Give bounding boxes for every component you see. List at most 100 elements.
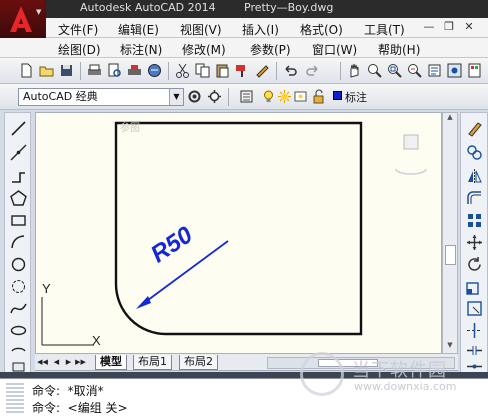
undo-icon[interactable]: [282, 62, 299, 79]
array-icon[interactable]: [465, 211, 484, 230]
rotate-icon[interactable]: [465, 255, 484, 274]
layer-unlock-icon[interactable]: [310, 88, 327, 105]
line-icon[interactable]: [9, 119, 28, 138]
menu-format[interactable]: 格式(O): [300, 21, 343, 38]
zoom-realtime-icon[interactable]: [366, 62, 383, 79]
ucs-x-label: X: [92, 333, 101, 348]
open-folder-icon[interactable]: [38, 62, 55, 79]
polyline-icon[interactable]: [9, 167, 28, 186]
circle-icon[interactable]: [9, 255, 28, 274]
block-editor-icon[interactable]: [254, 62, 271, 79]
chevron-down-icon: ▼: [169, 89, 183, 105]
menu-help[interactable]: 帮助(H): [378, 41, 420, 58]
radius-dimension-arrow: [136, 296, 151, 309]
construction-line-icon[interactable]: [9, 143, 28, 162]
save-icon[interactable]: [58, 62, 75, 79]
viewcube-compass: [395, 168, 427, 175]
ucs-y-label: Y: [42, 281, 51, 296]
redo-icon[interactable]: [304, 62, 321, 79]
menu-tools[interactable]: 工具(T): [364, 21, 405, 38]
mirror-icon[interactable]: [465, 167, 484, 186]
menu-window[interactable]: 窗口(W): [312, 41, 357, 58]
ellipse-icon[interactable]: [9, 321, 28, 340]
close-button[interactable]: ✕: [462, 20, 476, 34]
file-title: Pretty—Boy.dwg: [244, 1, 334, 14]
stretch-icon[interactable]: [465, 299, 484, 318]
print-icon[interactable]: [86, 62, 103, 79]
first-tab-icon[interactable]: ◀◀: [37, 356, 48, 368]
menu-dimension[interactable]: 标注(N): [120, 41, 162, 58]
zoom-window-icon[interactable]: [386, 62, 403, 79]
menu-edit[interactable]: 编辑(E): [118, 21, 159, 38]
print-preview-icon[interactable]: [106, 62, 123, 79]
workspace-dropdown[interactable]: AutoCAD 经典 ▼: [18, 88, 184, 106]
tab-layout2[interactable]: 布局2: [179, 355, 218, 370]
command-history-line-2: 命令: <编组 关>: [32, 401, 128, 415]
scroll-thumb[interactable]: [445, 245, 456, 265]
layer-thaw-sun-icon[interactable]: [276, 88, 293, 105]
erase-icon[interactable]: [465, 119, 484, 138]
watermark-logo-icon: [300, 352, 344, 396]
application-menu-button[interactable]: ▼: [0, 0, 46, 42]
zoom-previous-icon[interactable]: [406, 62, 423, 79]
cut-icon[interactable]: [174, 62, 191, 79]
copy-object-icon[interactable]: [465, 143, 484, 162]
minimize-button[interactable]: —: [422, 20, 436, 34]
menu-insert[interactable]: 插入(I): [242, 21, 279, 38]
last-tab-icon[interactable]: ▶▶: [75, 356, 86, 368]
current-layer-name: 标注: [345, 91, 367, 104]
standard-toolbar: [0, 58, 488, 84]
tab-layout1[interactable]: 布局1: [133, 355, 172, 370]
modify-toolbar: [460, 112, 488, 374]
3d-dwf-icon[interactable]: [146, 62, 163, 79]
polygon-icon[interactable]: [9, 189, 28, 208]
menu-file[interactable]: 文件(F): [58, 21, 98, 38]
draw-toolbar: [4, 112, 31, 374]
tool-palettes-icon[interactable]: [466, 62, 483, 79]
rectangle-icon[interactable]: [9, 211, 28, 230]
menu-bar-bottom: 绘图(D) 标注(N) 修改(M) 参数(P) 窗口(W) 帮助(H): [0, 38, 488, 58]
publish-icon[interactable]: [126, 62, 143, 79]
command-grip-handle[interactable]: [6, 383, 24, 413]
autocad-logo-icon: [10, 6, 32, 32]
paste-icon[interactable]: [214, 62, 231, 79]
prev-tab-icon[interactable]: ◀: [51, 356, 62, 368]
layer-viewport-icon[interactable]: [292, 88, 309, 105]
tab-model[interactable]: 模型: [95, 355, 127, 370]
restore-button[interactable]: ❐: [442, 20, 456, 34]
watermark-text: 当下软件园: [352, 360, 447, 381]
new-file-icon[interactable]: [18, 62, 35, 79]
offset-icon[interactable]: [465, 189, 484, 208]
menu-draw[interactable]: 绘图(D): [58, 41, 101, 58]
menu-bar-top: 文件(F) 编辑(E) 视图(V) 插入(I) 格式(O) 工具(T) — ❐ …: [46, 18, 488, 38]
layer-properties-icon[interactable]: [238, 88, 255, 105]
move-icon[interactable]: [465, 233, 484, 252]
layer-on-bulb-icon[interactable]: [260, 88, 277, 105]
match-properties-icon[interactable]: [234, 62, 251, 79]
menu-modify[interactable]: 修改(M): [182, 41, 226, 58]
arc-icon[interactable]: [9, 233, 28, 252]
properties-icon[interactable]: [426, 62, 443, 79]
menu-parametric[interactable]: 参数(P): [250, 41, 291, 58]
trim-icon[interactable]: [465, 321, 484, 340]
watermark-url: www.downxia.com: [354, 380, 457, 393]
viewcube: [403, 134, 419, 150]
drawing-area[interactable]: R50 Y X 参图: [35, 112, 442, 354]
revision-cloud-icon[interactable]: [9, 277, 28, 296]
vertical-scrollbar[interactable]: ▲ ▼: [442, 112, 458, 354]
command-history-line-1: 命令: *取消*: [32, 384, 104, 398]
scroll-up-icon[interactable]: ▲: [443, 113, 457, 125]
menu-view[interactable]: 视图(V): [180, 21, 222, 38]
copy-icon[interactable]: [194, 62, 211, 79]
scroll-down-icon[interactable]: ▼: [443, 341, 457, 353]
gear-icon[interactable]: [206, 88, 223, 105]
scale-icon[interactable]: [465, 277, 484, 296]
next-tab-icon[interactable]: ▶: [63, 356, 74, 368]
title-bar: Autodesk AutoCAD 2014 Pretty—Boy.dwg: [0, 0, 488, 18]
workspace-selected: AutoCAD 经典: [23, 90, 98, 103]
design-center-icon[interactable]: [446, 62, 463, 79]
spline-icon[interactable]: [9, 299, 28, 318]
workspace-settings-icon[interactable]: [186, 88, 203, 105]
drawing-profile: [114, 121, 363, 336]
pan-hand-icon[interactable]: [346, 62, 363, 79]
